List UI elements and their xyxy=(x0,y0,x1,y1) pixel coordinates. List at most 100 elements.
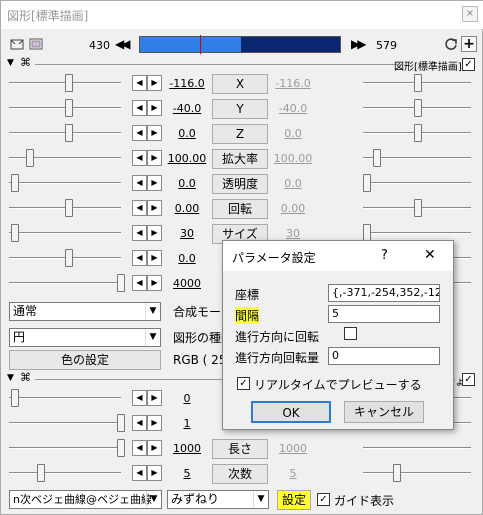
rotate-amount-input[interactable]: 0 xyxy=(328,347,440,365)
slider-handle-right[interactable] xyxy=(363,174,371,192)
slider-handle-left[interactable] xyxy=(65,199,73,217)
slider-handle-right[interactable] xyxy=(414,124,422,142)
value-left[interactable]: 0.0 xyxy=(165,252,209,265)
arrow-left-icon[interactable]: ◀ xyxy=(132,465,147,481)
spin-buttons[interactable]: ◀ ▶ xyxy=(132,125,164,141)
arrow-left-icon[interactable]: ◀ xyxy=(132,100,147,116)
arrow-right-icon[interactable]: ▶ xyxy=(147,390,162,406)
param-name-button[interactable]: Z xyxy=(212,124,268,144)
arrow-left-icon[interactable]: ◀ xyxy=(132,415,147,431)
value-right[interactable]: 0.00 xyxy=(271,202,315,215)
spin-buttons[interactable]: ◀ ▶ xyxy=(132,225,164,241)
ok-button[interactable]: OK xyxy=(251,401,331,423)
arrow-left-icon[interactable]: ◀ xyxy=(132,250,147,266)
coord-input[interactable]: {,-371,-254,352,-124} xyxy=(328,284,440,302)
image-icon[interactable] xyxy=(28,36,44,52)
section-enable-checkbox[interactable]: ✓ xyxy=(462,373,475,386)
slider-handle-left[interactable] xyxy=(117,274,125,292)
value-right[interactable]: 100.00 xyxy=(271,152,315,165)
slider-handle-left[interactable] xyxy=(65,124,73,142)
value-left[interactable]: 0.0 xyxy=(165,127,209,140)
collapse-icon[interactable]: ▼ xyxy=(7,373,14,383)
arrow-left-icon[interactable]: ◀ xyxy=(132,225,147,241)
slider-handle-right[interactable] xyxy=(373,149,381,167)
spin-buttons[interactable]: ◀ ▶ xyxy=(132,200,164,216)
value-left[interactable]: 30 xyxy=(165,227,209,240)
spin-buttons[interactable]: ◀ ▶ xyxy=(132,415,164,431)
spin-buttons[interactable]: ◀ ▶ xyxy=(132,275,164,291)
arrow-right-icon[interactable]: ▶ xyxy=(147,465,162,481)
timeline-bar[interactable] xyxy=(139,35,341,54)
slider-handle-right[interactable] xyxy=(414,99,422,117)
param-name-button[interactable]: X xyxy=(212,74,268,94)
spin-buttons[interactable]: ◀ ▶ xyxy=(132,465,164,481)
param-name-button[interactable]: 長さ xyxy=(212,439,268,459)
settings-button[interactable]: 設定 xyxy=(277,490,311,510)
arrow-right-icon[interactable]: ▶ xyxy=(147,100,162,116)
spin-buttons[interactable]: ◀ ▶ xyxy=(132,250,164,266)
value-left[interactable]: 1000 xyxy=(165,442,209,455)
arrow-left-icon[interactable]: ◀ xyxy=(132,75,147,91)
next-frame-button[interactable]: ▶▶ xyxy=(351,37,367,51)
timeline-cursor[interactable] xyxy=(200,35,201,54)
preview-checkbox[interactable]: ✓ xyxy=(237,377,250,390)
color-settings-button[interactable]: 色の設定 xyxy=(9,350,161,370)
slider-handle-right[interactable] xyxy=(414,74,422,92)
value-right[interactable]: -40.0 xyxy=(271,102,315,115)
value-right[interactable]: -116.0 xyxy=(271,77,315,90)
value-left[interactable]: -40.0 xyxy=(165,102,209,115)
spin-buttons[interactable]: ◀ ▶ xyxy=(132,100,164,116)
arrow-left-icon[interactable]: ◀ xyxy=(132,150,147,166)
slider-handle-left[interactable] xyxy=(117,414,125,432)
value-left[interactable]: 0 xyxy=(165,392,209,405)
arrow-right-icon[interactable]: ▶ xyxy=(147,75,162,91)
spin-buttons[interactable]: ◀ ▶ xyxy=(132,150,164,166)
arrow-right-icon[interactable]: ▶ xyxy=(147,225,162,241)
close-button[interactable]: × xyxy=(462,6,478,22)
dialog-close-button[interactable]: ✕ xyxy=(424,247,436,263)
value-left[interactable]: 1 xyxy=(165,417,209,430)
arrow-right-icon[interactable]: ▶ xyxy=(147,275,162,291)
guide-checkbox[interactable]: ✓ xyxy=(317,493,330,506)
slider-handle-left[interactable] xyxy=(65,249,73,267)
spin-buttons[interactable]: ◀ ▶ xyxy=(132,175,164,191)
arrow-right-icon[interactable]: ▶ xyxy=(147,440,162,456)
arrow-left-icon[interactable]: ◀ xyxy=(132,125,147,141)
value-left[interactable]: 5 xyxy=(165,467,209,480)
slider-handle-left[interactable] xyxy=(117,439,125,457)
cancel-button[interactable]: キャンセル xyxy=(344,401,424,423)
slider-handle-left[interactable] xyxy=(11,389,19,407)
arrow-right-icon[interactable]: ▶ xyxy=(147,415,162,431)
arrow-right-icon[interactable]: ▶ xyxy=(147,175,162,191)
slider-handle-right[interactable] xyxy=(414,199,422,217)
arrow-left-icon[interactable]: ◀ xyxy=(132,200,147,216)
arrow-right-icon[interactable]: ▶ xyxy=(147,200,162,216)
arrow-left-icon[interactable]: ◀ xyxy=(132,390,147,406)
arrow-right-icon[interactable]: ▶ xyxy=(147,150,162,166)
camera-icon[interactable] xyxy=(9,36,25,52)
param-name-button[interactable]: 透明度 xyxy=(212,174,268,194)
script-select[interactable]: n次ベジェ曲線@ベジェ曲線 ▼ xyxy=(9,490,162,509)
section-enable-checkbox[interactable]: ✓ xyxy=(462,58,475,71)
param-name-button[interactable]: 拡大率 xyxy=(212,149,268,169)
value-left[interactable]: 100.00 xyxy=(165,152,209,165)
slider-handle-left[interactable] xyxy=(11,174,19,192)
arrow-left-icon[interactable]: ◀ xyxy=(132,175,147,191)
param-name-button[interactable]: 次数 xyxy=(212,464,268,484)
value-right[interactable]: 0.0 xyxy=(271,177,315,190)
slider-handle-left[interactable] xyxy=(65,99,73,117)
spin-buttons[interactable]: ◀ ▶ xyxy=(132,390,164,406)
slider-handle-right[interactable] xyxy=(393,464,401,482)
refresh-icon[interactable] xyxy=(443,36,459,52)
arrow-right-icon[interactable]: ▶ xyxy=(147,125,162,141)
value-left[interactable]: 0.00 xyxy=(165,202,209,215)
shape-type-select[interactable]: 円 ▼ xyxy=(9,328,161,347)
spin-buttons[interactable]: ◀ ▶ xyxy=(132,440,164,456)
slider-handle-left[interactable] xyxy=(11,224,19,242)
collapse-icon[interactable]: ▼ xyxy=(7,58,14,68)
value-right[interactable]: 5 xyxy=(271,467,315,480)
style-select[interactable]: みずねり ▼ xyxy=(167,490,269,509)
spin-buttons[interactable]: ◀ ▶ xyxy=(132,75,164,91)
value-right[interactable]: 0.0 xyxy=(271,127,315,140)
arrow-left-icon[interactable]: ◀ xyxy=(132,275,147,291)
